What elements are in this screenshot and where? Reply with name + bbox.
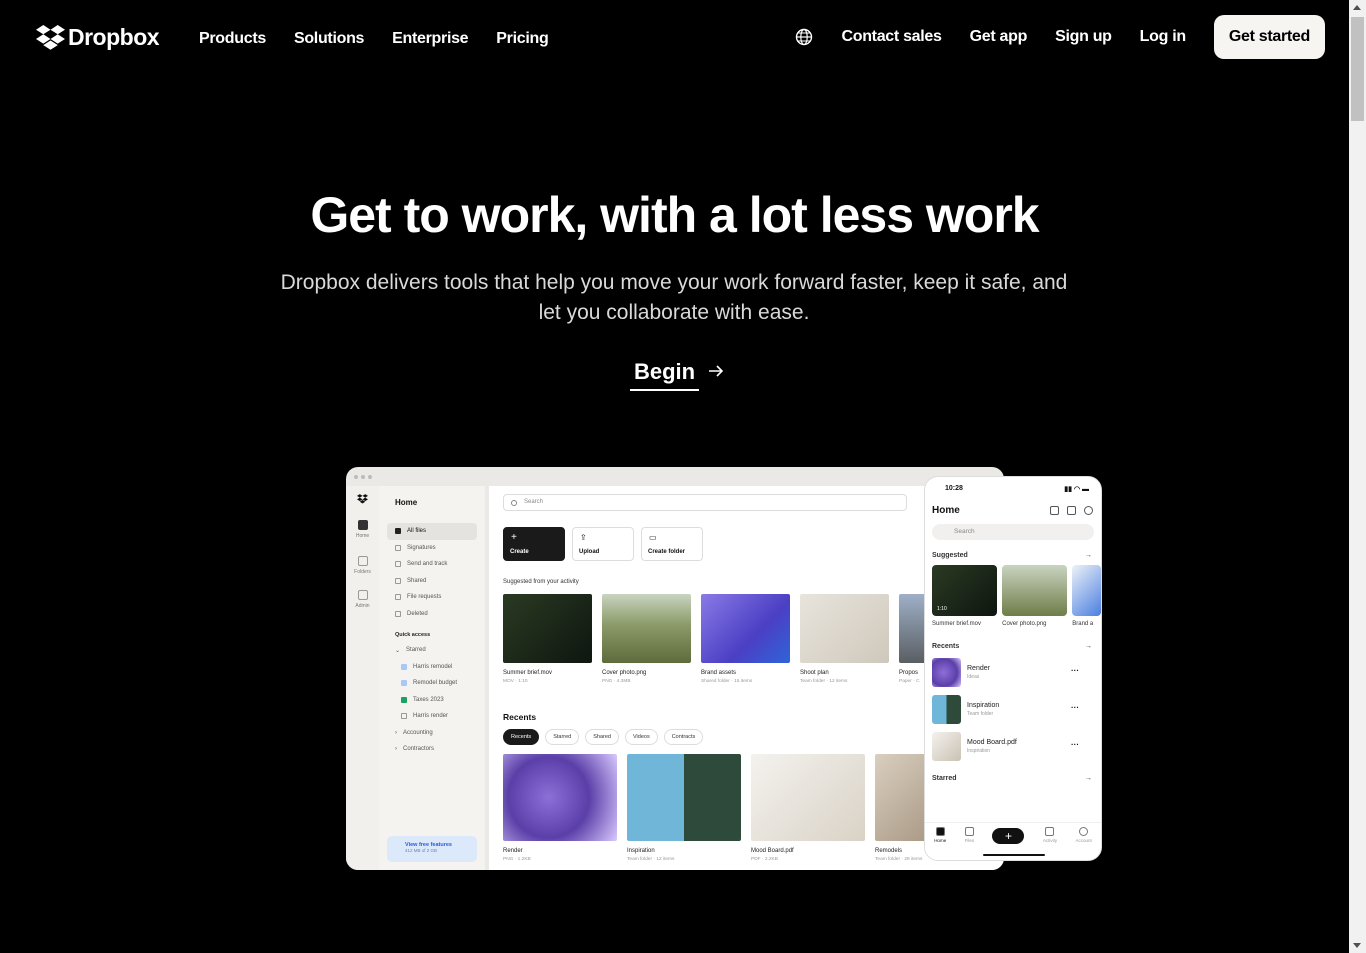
primary-nav: Products Solutions Enterprise Pricing bbox=[199, 30, 549, 48]
window-dots bbox=[346, 467, 1004, 486]
sidebar-item: Send and track bbox=[387, 556, 477, 573]
rail-logo bbox=[346, 494, 379, 506]
recent-card: Render PNG · 1.2KB bbox=[503, 754, 617, 862]
phone-header: Home bbox=[925, 499, 1101, 516]
chip: Starred bbox=[545, 729, 580, 745]
get-app-link[interactable]: Get app bbox=[970, 28, 1028, 46]
nav-pricing[interactable]: Pricing bbox=[496, 30, 548, 48]
chip: Shared bbox=[585, 729, 619, 745]
quick-access-heading: Quick access bbox=[395, 632, 431, 638]
folder-group: › Accounting bbox=[395, 729, 433, 736]
create-tile: Create bbox=[503, 527, 565, 561]
phone-tab-account: Account bbox=[1075, 827, 1092, 860]
logo-wordmark: Dropbox bbox=[68, 24, 160, 50]
dropbox-logo-icon bbox=[357, 494, 368, 504]
chip: Videos bbox=[624, 729, 658, 745]
scroll-thumb[interactable] bbox=[1351, 17, 1364, 121]
sidebar-item: Shared bbox=[387, 573, 477, 590]
free-features-banner: View free features 412 MB of 2 GB bbox=[387, 836, 477, 862]
phone-app-mockup: 10:28 ▮▮ ◠ ▬ Home Search Suggested → 1:10… bbox=[924, 476, 1102, 861]
phone-recent-item: Inspiration Team folder ··· bbox=[925, 691, 1101, 728]
suggested-card: Shoot plan Team folder · 12 items bbox=[800, 594, 889, 684]
suggested-label: Suggested from your activity bbox=[503, 579, 579, 585]
chip: Recents bbox=[503, 729, 540, 745]
camera-icon bbox=[1050, 506, 1059, 515]
sidebar-item: All files bbox=[387, 523, 477, 540]
get-started-button[interactable]: Get started bbox=[1213, 15, 1325, 59]
page-scrollbar[interactable] bbox=[1349, 0, 1366, 953]
phone-suggested-card: 1:10 Summer brief.mov bbox=[932, 565, 998, 627]
upload-icon bbox=[1067, 506, 1076, 515]
recents-filter-chips: Recents Starred Shared Videos Contracts bbox=[503, 729, 990, 745]
hero-subtitle: Dropbox delivers tools that help you mov… bbox=[280, 271, 1068, 324]
contact-sales-link[interactable]: Contact sales bbox=[841, 28, 941, 46]
sidebar-item: Deleted bbox=[387, 606, 477, 623]
recent-card: Mood Board.pdf PDF · 2.2KB bbox=[751, 754, 865, 862]
phone-recent-item: Render Ideas ··· bbox=[925, 654, 1101, 691]
begin-link[interactable]: Begin bbox=[630, 359, 725, 391]
log-in-link[interactable]: Log in bbox=[1140, 28, 1186, 46]
arrow-right-icon bbox=[709, 365, 724, 377]
sidebar-item: Signatures bbox=[387, 540, 477, 557]
create-folder-tile: Create folder bbox=[641, 527, 703, 561]
sidebar-item: File requests bbox=[387, 589, 477, 606]
sidebar-title: Home bbox=[395, 498, 418, 507]
chip: Contracts bbox=[663, 729, 704, 745]
nav-solutions[interactable]: Solutions bbox=[294, 30, 364, 48]
app-sidebar: Home All files Signatures Send and track… bbox=[379, 486, 485, 870]
scroll-up-arrow[interactable] bbox=[1353, 5, 1361, 10]
phone-search: Search bbox=[932, 524, 1094, 540]
dropbox-logo-icon bbox=[36, 24, 65, 50]
upload-tile: Upload bbox=[572, 527, 634, 561]
app-search: Search bbox=[503, 494, 907, 511]
rail-folders: Folders bbox=[346, 556, 379, 575]
app-actions: Create Upload Create folder bbox=[503, 527, 990, 561]
phone-starred-heading: Starred → bbox=[932, 775, 1092, 782]
phone-suggested-heading: Suggested → bbox=[932, 552, 1092, 559]
phone-tab-home: Home bbox=[934, 827, 946, 860]
suggested-row: Summer brief.mov MOV · 1:10 Cover photo.p… bbox=[503, 594, 990, 684]
starred-group: ⌄ Starred bbox=[395, 647, 426, 654]
phone-add-button: + bbox=[992, 828, 1025, 844]
rail-admin: Admin bbox=[346, 590, 379, 609]
scroll-down-arrow[interactable] bbox=[1353, 943, 1361, 948]
starred-item: Taxes 2023 bbox=[387, 692, 477, 709]
recents-heading: Recents bbox=[503, 712, 537, 722]
begin-label: Begin bbox=[630, 359, 700, 391]
sign-up-link[interactable]: Sign up bbox=[1055, 28, 1112, 46]
suggested-card: Cover photo.png PNG · 4.3MB bbox=[602, 594, 691, 684]
phone-suggested-row: 1:10 Summer brief.mov Cover photo.png Bra… bbox=[932, 565, 1101, 627]
rail-home: Home bbox=[346, 520, 379, 539]
home-indicator bbox=[983, 854, 1045, 856]
phone-suggested-card: Cover photo.png bbox=[1002, 565, 1068, 627]
secondary-nav: Contact sales Get app Sign up Log in Get… bbox=[795, 15, 1325, 59]
nav-products[interactable]: Products bbox=[199, 30, 266, 48]
phone-recent-item: Mood Board.pdf Inspiration ··· bbox=[925, 728, 1101, 765]
suggested-card: Summer brief.mov MOV · 1:10 bbox=[503, 594, 592, 684]
signal-battery-icon: ▮▮ ◠ ▬ bbox=[1064, 486, 1089, 493]
nav-enterprise[interactable]: Enterprise bbox=[392, 30, 468, 48]
app-rail: Home Folders Admin bbox=[346, 486, 379, 870]
dropbox-logo[interactable]: Dropbox bbox=[36, 24, 160, 51]
folder-group: › Contractors bbox=[395, 746, 435, 753]
phone-recents-heading: Recents → bbox=[932, 643, 1092, 650]
suggested-card: Brand assets Shared folder · 15 items bbox=[701, 594, 790, 684]
top-navigation: Dropbox Products Solutions Enterprise Pr… bbox=[0, 0, 1349, 77]
phone-time: 10:28 bbox=[945, 485, 963, 492]
starred-item: Harris render bbox=[387, 708, 477, 725]
recent-card: Inspiration Team folder · 12 items bbox=[627, 754, 741, 862]
hero-title: Get to work, with a lot less work bbox=[310, 187, 1039, 243]
recents-row: Render PNG · 1.2KB Inspiration Team folder… bbox=[503, 754, 990, 862]
phone-recents-list: Render Ideas ··· Inspiration Team folder ···… bbox=[925, 654, 1101, 765]
phone-header-icons bbox=[1050, 506, 1093, 515]
starred-item: Remodel budget bbox=[387, 675, 477, 692]
phone-status-bar: 10:28 ▮▮ ◠ ▬ bbox=[925, 477, 1101, 499]
desktop-app-mockup: Home Folders Admin Home All files Signat… bbox=[346, 467, 1004, 870]
phone-suggested-card: Brand a bbox=[1072, 565, 1101, 627]
phone-tab-files: Files bbox=[965, 827, 974, 860]
settings-icon bbox=[1084, 506, 1093, 515]
phone-title: Home bbox=[932, 505, 960, 516]
globe-icon[interactable] bbox=[795, 28, 813, 46]
starred-item: Harris remodel bbox=[387, 659, 477, 676]
